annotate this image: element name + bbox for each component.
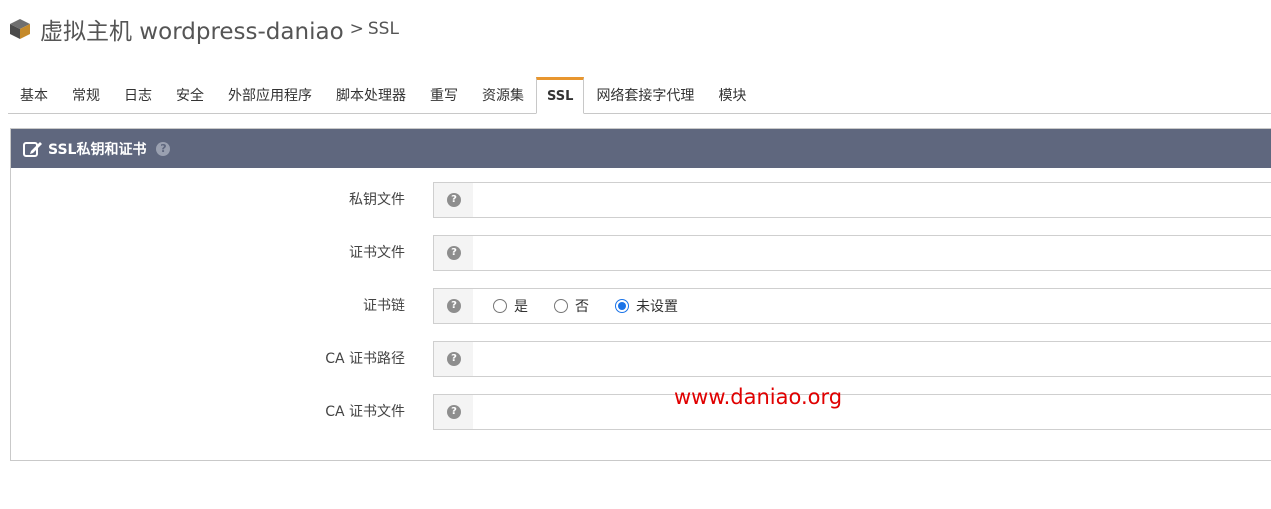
watermark-text: www.daniao.org [674, 385, 843, 409]
radio-button[interactable] [554, 299, 568, 313]
tab-basic[interactable]: 基本 [8, 79, 60, 113]
help-addon[interactable]: ? [433, 182, 475, 218]
help-addon[interactable]: ? [433, 394, 475, 430]
question-circle-icon: ? [447, 352, 461, 366]
tab-log[interactable]: 日志 [112, 79, 164, 113]
panel-header: SSL私钥和证书 ? [11, 129, 1271, 168]
question-circle-icon: ? [447, 405, 461, 419]
field-label: 私钥文件 [349, 192, 405, 208]
radio-label: 未设置 [636, 299, 678, 315]
help-addon[interactable]: ? [433, 341, 475, 377]
field-label: CA 证书文件 [325, 404, 405, 420]
tab-security[interactable]: 安全 [164, 79, 216, 113]
ca-file-input[interactable] [473, 394, 1271, 430]
tab-websocket-proxy[interactable]: 网络套接字代理 [584, 79, 706, 113]
breadcrumb-current: SSL [367, 19, 399, 39]
radio-label: 是 [514, 299, 528, 315]
tab-external-apps[interactable]: 外部应用程序 [216, 79, 324, 113]
row-ca-path: CA 证书路径 ? [11, 341, 1271, 377]
breadcrumb-separator: > [349, 19, 364, 39]
cube-icon [10, 19, 30, 39]
cert-chain-radio-group: 是 否 未设置 [473, 288, 1271, 324]
tab-script-handlers[interactable]: 脚本处理器 [324, 79, 418, 113]
question-circle-icon: ? [447, 246, 461, 260]
radio-yes[interactable]: 是 [493, 296, 528, 316]
ca-path-input[interactable] [473, 341, 1271, 377]
radio-button[interactable] [493, 299, 507, 313]
cert-file-input[interactable] [473, 235, 1271, 271]
radio-not-set[interactable]: 未设置 [615, 296, 678, 316]
help-addon[interactable]: ? [433, 288, 475, 324]
radio-no[interactable]: 否 [554, 296, 589, 316]
radio-button-selected[interactable] [615, 299, 629, 313]
tab-contexts[interactable]: 资源集 [470, 79, 536, 113]
field-label: 证书文件 [349, 245, 405, 261]
row-cert-file: 证书文件 ? [11, 235, 1271, 271]
edit-icon[interactable] [23, 140, 43, 158]
row-private-key: 私钥文件 ? [11, 182, 1271, 218]
tab-modules[interactable]: 模块 [706, 79, 758, 113]
row-cert-chain: 证书链 ? 是 否 未设置 [11, 288, 1271, 324]
radio-label: 否 [575, 299, 589, 315]
panel-title: SSL私钥和证书 [48, 141, 147, 158]
tab-ssl[interactable]: SSL [536, 77, 585, 114]
tab-general[interactable]: 常规 [60, 79, 112, 113]
help-addon[interactable]: ? [433, 235, 475, 271]
field-label: CA 证书路径 [325, 351, 405, 367]
page-header: 虚拟主机 wordpress-daniao > SSL [8, 12, 399, 46]
private-key-input[interactable] [473, 182, 1271, 218]
question-circle-icon: ? [447, 193, 461, 207]
tab-rewrite[interactable]: 重写 [418, 79, 470, 113]
question-circle-icon[interactable]: ? [156, 141, 171, 156]
question-circle-icon: ? [447, 299, 461, 313]
row-ca-file: CA 证书文件 ? [11, 394, 1271, 430]
page-title: 虚拟主机 wordpress-daniao [40, 19, 344, 45]
field-label: 证书链 [363, 298, 405, 314]
tab-bar: 基本 常规 日志 安全 外部应用程序 脚本处理器 重写 资源集 SSL 网络套接… [8, 76, 1271, 114]
ssl-panel: SSL私钥和证书 ? 私钥文件 ? 证书文件 ? 证书链 ? 是 否 未设置 C… [10, 128, 1271, 461]
